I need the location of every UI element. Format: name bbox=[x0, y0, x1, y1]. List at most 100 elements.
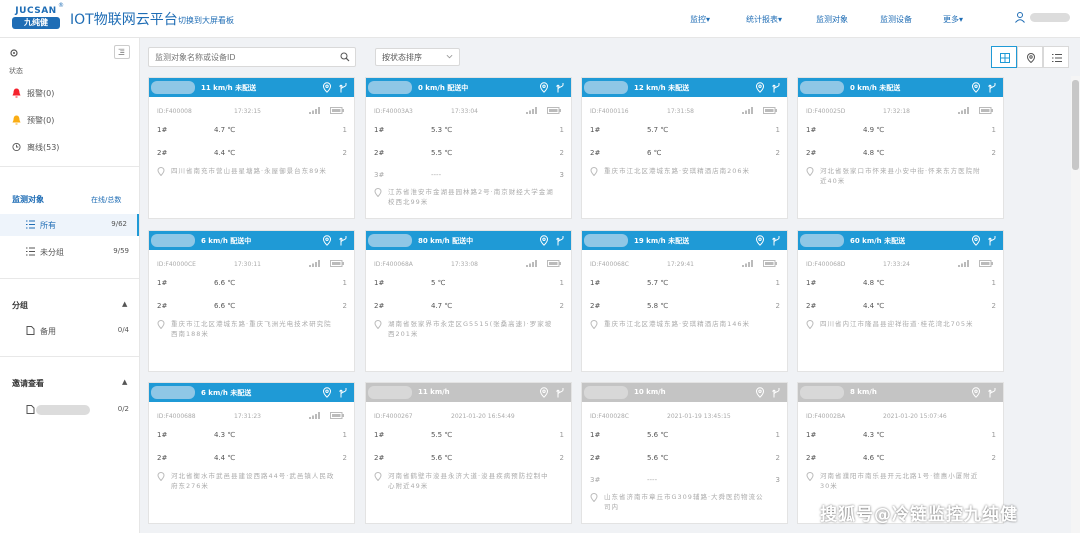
sensor-index: 2 bbox=[559, 454, 564, 462]
chevron-up-icon[interactable]: ▲ bbox=[122, 300, 127, 308]
card-speed-status: 11 km/h bbox=[418, 388, 450, 396]
list-view-button[interactable] bbox=[1043, 46, 1069, 68]
route-icon[interactable] bbox=[988, 82, 997, 93]
device-address[interactable]: 重庆市江北区港城东路·安琪精酒店南206米 bbox=[590, 166, 770, 176]
scrollbar-thumb[interactable] bbox=[1072, 80, 1079, 170]
sensor-label: 1# bbox=[590, 126, 601, 134]
device-card[interactable]: 12 km/h 未配送 ID:F4000116 17:31:58 1# 5.7 ℃ 1 2#… bbox=[581, 77, 788, 219]
device-card[interactable]: 19 km/h 未配送 ID:F400068C 17:29:41 1# 5.7 ℃ 1 2#… bbox=[581, 230, 788, 372]
device-address[interactable]: 江苏省淮安市金湖县园林路2号·南京财经大学金湖校西北99米 bbox=[374, 187, 554, 207]
device-card[interactable]: 6 km/h 配送中 ID:F40000CE 17:30:11 1# 6.6 ℃ 1 2# 6… bbox=[148, 230, 355, 372]
address-text: 河北省衡水市武邑县建设西路44号·武邑镇人民政府东276米 bbox=[171, 472, 335, 490]
signal-icon bbox=[958, 260, 969, 267]
route-icon[interactable] bbox=[988, 235, 997, 246]
offline-filter[interactable]: 离线(53) bbox=[12, 142, 59, 153]
sidebar-item-count: 0/4 bbox=[117, 326, 129, 334]
device-address[interactable]: 重庆市江北区港城东路·安琪精酒店南146米 bbox=[590, 319, 770, 329]
sensor-label: 3# bbox=[374, 171, 385, 179]
search-box[interactable] bbox=[148, 47, 356, 67]
grid-view-button[interactable] bbox=[991, 46, 1017, 68]
route-icon[interactable] bbox=[772, 235, 781, 246]
address-text: 重庆市江北区港城东路·重庆飞洲光电技术研究院西南188米 bbox=[171, 320, 332, 338]
location-pin-icon[interactable] bbox=[539, 387, 549, 398]
collapse-sidebar-button[interactable] bbox=[114, 45, 130, 59]
brand-logo[interactable]: JUCSAN 九纯健 bbox=[12, 6, 60, 32]
device-address[interactable]: 河北省张家口市怀来县小安中街·怀来东方医院附近40米 bbox=[806, 166, 986, 186]
device-address[interactable]: 河北省衡水市武邑县建设西路44号·武邑镇人民政府东276米 bbox=[157, 471, 337, 491]
route-icon[interactable] bbox=[772, 387, 781, 398]
location-pin-icon[interactable] bbox=[755, 235, 765, 246]
signal-icon bbox=[742, 260, 753, 267]
card-header: 0 km/h 配送中 bbox=[366, 78, 571, 97]
search-input[interactable] bbox=[155, 51, 335, 63]
user-menu[interactable] bbox=[1014, 11, 1074, 25]
gear-icon[interactable] bbox=[9, 48, 19, 58]
route-icon[interactable] bbox=[556, 387, 565, 398]
temperature-value: 4.4 ℃ bbox=[214, 149, 236, 157]
location-pin-icon[interactable] bbox=[971, 82, 981, 93]
device-id: ID:F4000267 bbox=[374, 413, 413, 420]
signal-icon bbox=[309, 107, 320, 114]
sidebar-item-backup[interactable]: 备用 0/4 bbox=[0, 320, 139, 342]
map-view-button[interactable] bbox=[1017, 46, 1043, 68]
device-address[interactable]: 四川省南充市营山县星塘路·永屋御景台东89米 bbox=[157, 166, 337, 176]
route-icon[interactable] bbox=[556, 82, 565, 93]
location-pin-icon[interactable] bbox=[755, 82, 765, 93]
temperature-value: 5.3 ℃ bbox=[431, 126, 453, 134]
nav-monitor-devices[interactable]: 监测设备 bbox=[880, 14, 912, 25]
nav-monitor[interactable]: 监控▾ bbox=[690, 14, 710, 25]
device-card[interactable]: 60 km/h 未配送 ID:F400068D 17:33:24 1# 4.8 ℃ 1 2#… bbox=[797, 230, 1004, 372]
device-card[interactable]: 6 km/h 未配送 ID:F4000688 17:31:23 1# 4.3 ℃ 1 2# 4… bbox=[148, 382, 355, 524]
device-card[interactable]: 11 km/h ID:F4000267 2021-01-20 16:54:49 1# 5… bbox=[365, 382, 572, 524]
location-pin-icon[interactable] bbox=[971, 387, 981, 398]
location-pin-icon[interactable] bbox=[322, 387, 332, 398]
location-pin-icon[interactable] bbox=[755, 387, 765, 398]
route-icon[interactable] bbox=[339, 82, 348, 93]
device-card[interactable]: 0 km/h 配送中 ID:F40003A3 17:33:04 1# 5.3 ℃ 1 2# 5… bbox=[365, 77, 572, 219]
device-name-blurred bbox=[584, 81, 628, 94]
device-name-blurred bbox=[368, 81, 412, 94]
search-icon[interactable] bbox=[340, 52, 350, 62]
device-address[interactable]: 湖南省张家界市永定区G5515(张桑高速)·罗家坡西201米 bbox=[374, 319, 554, 339]
sort-select[interactable]: 按状态排序 bbox=[375, 48, 460, 66]
nav-more[interactable]: 更多▾ bbox=[943, 14, 963, 25]
route-icon[interactable] bbox=[772, 82, 781, 93]
location-pin-icon[interactable] bbox=[971, 235, 981, 246]
location-pin-icon bbox=[157, 167, 165, 176]
device-address[interactable]: 重庆市江北区港城东路·重庆飞洲光电技术研究院西南188米 bbox=[157, 319, 337, 339]
device-address[interactable]: 四川省内江市隆昌县迎祥街道·桂花湾北705米 bbox=[806, 319, 986, 329]
alarm-filter[interactable]: 报警(0) bbox=[12, 88, 54, 99]
device-name-blurred bbox=[151, 386, 195, 399]
switch-dashboard-link[interactable]: 切换到大屏看板 bbox=[178, 15, 234, 26]
device-address[interactable]: 河南省鹤壁市浚县永济大道·浚县疾病预防控制中心附近49米 bbox=[374, 471, 554, 491]
warning-filter[interactable]: 预警(0) bbox=[12, 115, 54, 126]
route-icon[interactable] bbox=[556, 235, 565, 246]
chevron-up-icon[interactable]: ▲ bbox=[122, 378, 127, 386]
sensor-index: 2 bbox=[991, 454, 996, 462]
device-card[interactable]: 11 km/h 未配送 ID:F400008 17:32:15 1# 4.7 ℃ 1 2# 4… bbox=[148, 77, 355, 219]
route-icon[interactable] bbox=[339, 235, 348, 246]
nav-monitor-objects[interactable]: 监测对象 bbox=[816, 14, 848, 25]
device-address[interactable]: 山东省济南市章丘市G309辅路·大舜医药物流公司内 bbox=[590, 492, 770, 512]
nav-reports[interactable]: 统计报表▾ bbox=[746, 14, 782, 25]
location-pin-icon[interactable] bbox=[322, 235, 332, 246]
device-card[interactable]: 10 km/h ID:F400028C 2021-01-19 13:45:15 1# 5… bbox=[581, 382, 788, 524]
card-header: 6 km/h 未配送 bbox=[149, 383, 354, 402]
route-icon[interactable] bbox=[339, 387, 348, 398]
device-id: ID:F400028C bbox=[590, 413, 629, 420]
address-text: 四川省南充市营山县星塘路·永屋御景台东89米 bbox=[171, 167, 327, 175]
sensor-label: 1# bbox=[157, 279, 168, 287]
device-card[interactable]: 80 km/h 配送中 ID:F400068A 17:33:08 1# 5 ℃ 1 2# 4.… bbox=[365, 230, 572, 372]
temperature-value: 5.8 ℃ bbox=[647, 302, 669, 310]
sidebar-item-all[interactable]: 所有 9/62 bbox=[0, 214, 139, 236]
device-address[interactable]: 河南省濮阳市南乐县开元北路1号·德惠小厦附近30米 bbox=[806, 471, 986, 491]
sensor-label: 1# bbox=[374, 126, 385, 134]
sidebar-item-ungrouped[interactable]: 未分组 9/59 bbox=[0, 241, 139, 263]
route-icon[interactable] bbox=[988, 387, 997, 398]
sensor-label: 2# bbox=[806, 454, 817, 462]
sidebar-item-invited[interactable]: 0/2 bbox=[0, 399, 139, 421]
location-pin-icon[interactable] bbox=[539, 235, 549, 246]
location-pin-icon[interactable] bbox=[539, 82, 549, 93]
location-pin-icon[interactable] bbox=[322, 82, 332, 93]
device-card[interactable]: 0 km/h 未配送 ID:F400025D 17:32:18 1# 4.9 ℃ 1 2# 4… bbox=[797, 77, 1004, 219]
